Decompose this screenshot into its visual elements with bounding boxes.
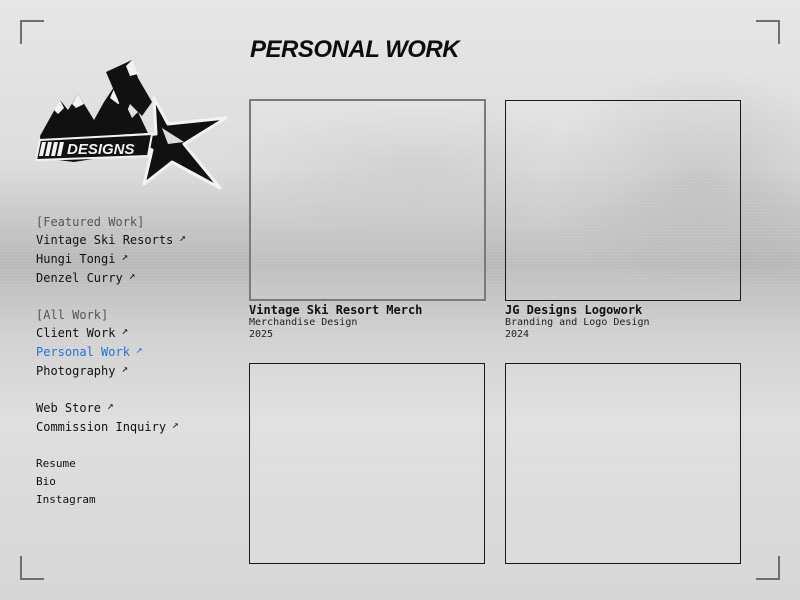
project-thumbnail[interactable]	[505, 100, 741, 301]
project-thumbnail[interactable]	[505, 363, 741, 564]
project-card-vintage-ski-resort-merch[interactable]: Vintage Ski Resort Merch Merchandise Des…	[249, 99, 486, 341]
arrow-up-right-icon: ↗	[179, 231, 186, 244]
all-work-group: [All Work] Client Work ↗ Personal Work ↗ P…	[36, 306, 186, 381]
nav-link-denzel-curry[interactable]: Denzel Curry ↗	[36, 269, 186, 288]
corner-bracket-top-right	[756, 20, 780, 44]
project-category: Merchandise Design	[249, 317, 358, 328]
project-card-3[interactable]	[249, 363, 485, 564]
nav-link-photography[interactable]: Photography ↗	[36, 362, 186, 381]
nav-link-label: Client Work	[36, 326, 116, 340]
nav-link-instagram[interactable]: Instagram	[36, 491, 186, 509]
page-title: PERSONAL WORK	[250, 36, 460, 63]
arrow-up-right-icon: ↗	[135, 343, 143, 356]
project-title: Vintage Ski Resort Merch	[249, 303, 423, 317]
arrow-up-right-icon: ↗	[128, 269, 136, 282]
project-category: Branding and Logo Design	[505, 317, 650, 328]
nav-link-web-store[interactable]: Web Store ↗	[36, 399, 186, 418]
project-title: JG Designs Logowork	[505, 303, 643, 317]
corner-bracket-top-left	[20, 20, 44, 44]
project-year: 2024	[505, 329, 530, 340]
project-thumbnail[interactable]	[249, 363, 485, 564]
nav-link-label: Photography	[36, 364, 116, 378]
featured-work-group: [Featured Work] Vintage Ski Resorts ↗ Hun…	[36, 213, 186, 288]
sidebar-nav: [Featured Work] Vintage Ski Resorts ↗ Hun…	[36, 213, 186, 527]
jg-designs-logo[interactable]: DESIGNS	[34, 58, 228, 192]
nav-link-label: Personal Work	[36, 345, 130, 359]
project-card-4[interactable]	[505, 363, 741, 564]
arrow-up-right-icon: ↗	[121, 324, 129, 337]
nav-link-bio[interactable]: Bio	[36, 473, 186, 491]
nav-link-personal-work[interactable]: Personal Work ↗	[36, 343, 186, 362]
nav-link-label: Vintage Ski Resorts	[36, 233, 174, 247]
nav-link-vintage-ski-resorts[interactable]: Vintage Ski Resorts ↗	[36, 231, 186, 250]
nav-link-resume[interactable]: Resume	[36, 455, 186, 473]
logo-wordmark: DESIGNS	[67, 141, 135, 158]
all-work-heading: [All Work]	[36, 308, 109, 322]
corner-bracket-bottom-left	[20, 556, 44, 580]
info-links-group: Resume Bio Instagram	[36, 455, 186, 509]
project-thumbnail[interactable]	[249, 99, 486, 301]
nav-link-label: Denzel Curry	[36, 271, 123, 285]
arrow-up-right-icon: ↗	[121, 250, 129, 263]
featured-work-heading: [Featured Work]	[36, 215, 145, 229]
arrow-up-right-icon: ↗	[172, 418, 179, 431]
nav-link-client-work[interactable]: Client Work ↗	[36, 324, 186, 343]
nav-link-label: Web Store	[36, 401, 102, 415]
project-year: 2025	[249, 329, 274, 340]
nav-link-label: Hungi Tongi	[36, 252, 116, 266]
nav-link-commission-inquiry[interactable]: Commission Inquiry ↗	[36, 418, 186, 437]
project-card-jg-designs-logowork[interactable]: JG Designs Logowork Branding and Logo De…	[505, 100, 741, 341]
corner-bracket-bottom-right	[756, 556, 780, 580]
arrow-up-right-icon: ↗	[107, 399, 114, 412]
nav-link-label: Commission Inquiry	[36, 420, 167, 434]
shop-group: Web Store ↗ Commission Inquiry ↗	[36, 399, 186, 437]
arrow-up-right-icon: ↗	[121, 362, 129, 375]
nav-link-hungi-tongi[interactable]: Hungi Tongi ↗	[36, 250, 186, 269]
